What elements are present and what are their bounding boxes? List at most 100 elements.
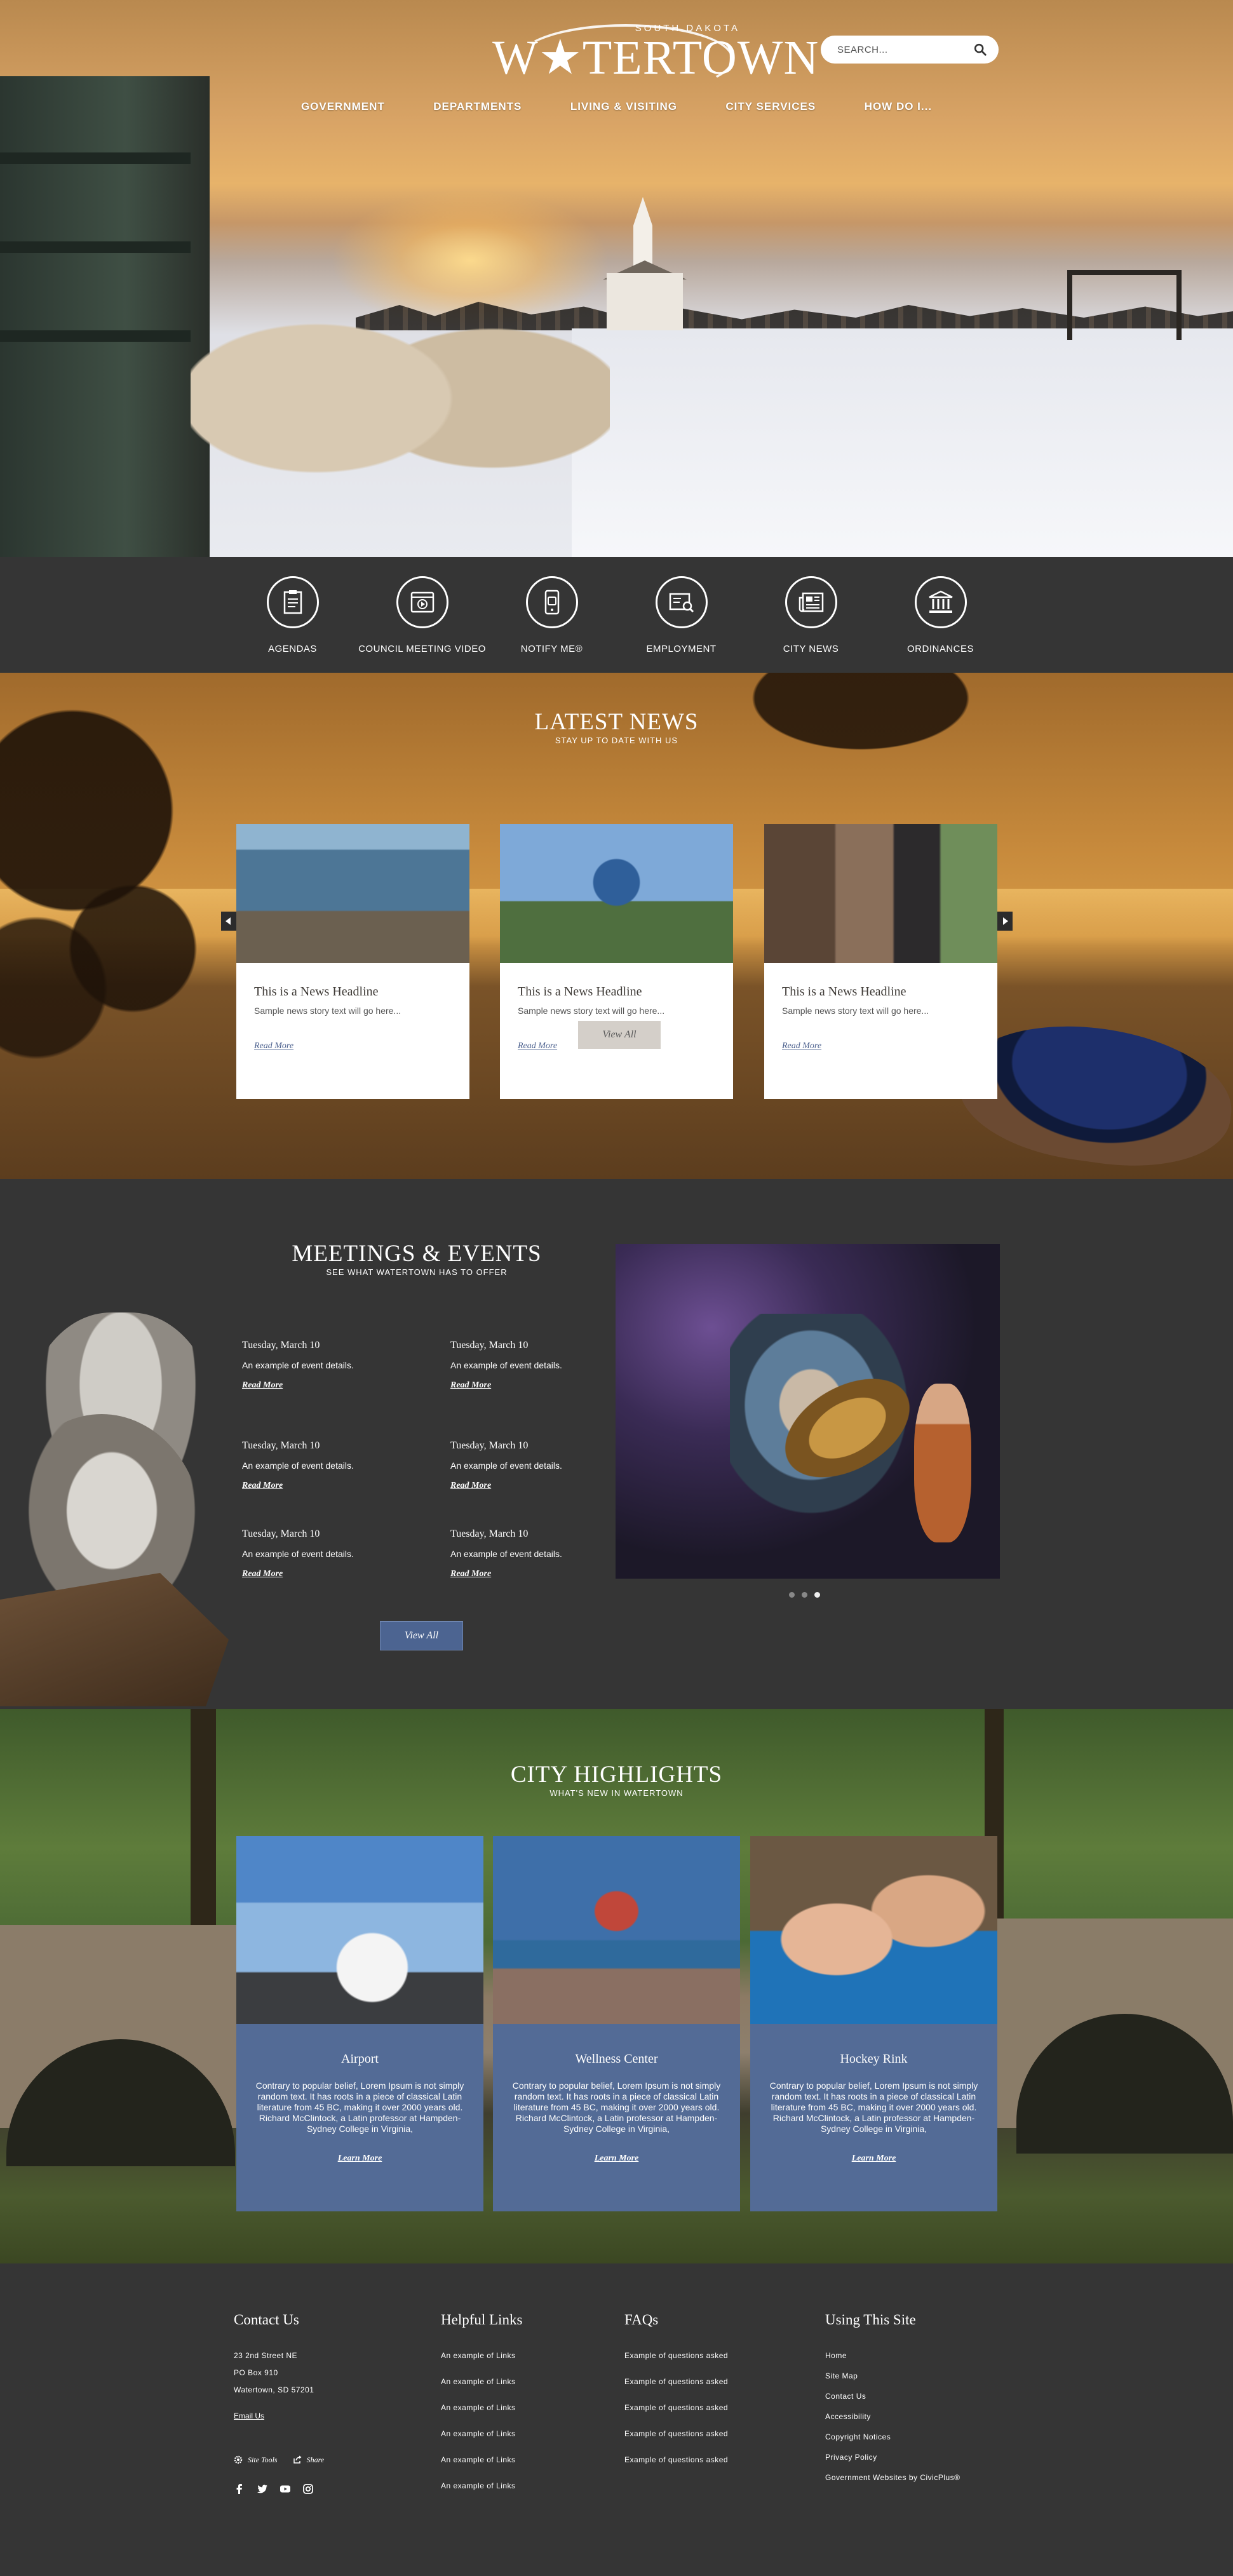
learn-more-link[interactable]: Learn More (236, 2154, 483, 2164)
search-input[interactable] (837, 44, 973, 55)
footer-copyright-link[interactable]: Copyright Notices (825, 2432, 960, 2441)
footer-sitemap-link[interactable]: Site Map (825, 2371, 960, 2380)
slideshow-dots (789, 1589, 827, 1601)
faq-link[interactable]: Example of questions asked (624, 2455, 728, 2464)
quick-link-city-news[interactable]: CITY NEWS (746, 576, 876, 673)
faq-link[interactable]: Example of questions asked (624, 2377, 728, 2386)
footer-link[interactable]: An example of Links (441, 2481, 522, 2490)
nav-living-visiting[interactable]: LIVING & VISITING (570, 100, 677, 113)
event-read-more-link[interactable]: Read More (242, 1380, 283, 1390)
event-read-more-link[interactable]: Read More (450, 1569, 491, 1579)
footer-home-link[interactable]: Home (825, 2351, 960, 2360)
city-highlights-section: CITY HIGHLIGHTS WHAT'S NEW IN WATERTOWN … (0, 1709, 1233, 2263)
event-item: Tuesday, March 10 An example of event de… (450, 1528, 641, 1579)
quick-link-label: ORDINANCES (906, 644, 974, 654)
event-date: Tuesday, March 10 (450, 1340, 529, 1351)
hockey-rink-photo (750, 1836, 997, 2024)
slide-dot[interactable] (802, 1592, 807, 1598)
twitter-icon[interactable] (257, 2483, 268, 2495)
highlights-title: CITY HIGHLIGHTS (510, 1762, 723, 1788)
event-item: Tuesday, March 10 An example of event de… (242, 1340, 433, 1391)
footer-accessibility-link[interactable]: Accessibility (825, 2412, 960, 2421)
newspaper-icon (785, 576, 837, 628)
event-item: Tuesday, March 10 An example of event de… (450, 1440, 641, 1491)
address-line: Watertown, SD 57201 (234, 2385, 314, 2394)
share-label: Share (306, 2455, 325, 2464)
footer-civicplus-link[interactable]: Government Websites by CivicPlus® (825, 2473, 960, 2482)
footer-link[interactable]: An example of Links (441, 2377, 522, 2386)
news-headline: This is a News Headline (254, 985, 379, 999)
event-details: An example of event details. (242, 1549, 354, 1559)
news-card[interactable]: This is a News Headline Sample news stor… (500, 824, 733, 1099)
footer-link[interactable]: An example of Links (441, 2351, 522, 2360)
airport-photo (236, 1836, 483, 2024)
news-image-fishing (236, 824, 469, 963)
address-line: 23 2nd Street NE (234, 2351, 298, 2360)
faq-link[interactable]: Example of questions asked (624, 2351, 728, 2360)
quick-link-agendas[interactable]: AGENDAS (228, 576, 358, 673)
church-image (603, 197, 687, 330)
highlights-heading: CITY HIGHLIGHTS WHAT'S NEW IN WATERTOWN (0, 1761, 1233, 1798)
footer-contact-link[interactable]: Contact Us (825, 2392, 960, 2401)
facebook-icon[interactable] (234, 2483, 245, 2495)
highlight-card[interactable]: Wellness Center Contrary to popular beli… (493, 1836, 740, 2211)
main-nav: GOVERNMENT DEPARTMENTS LIVING & VISITING… (0, 100, 1233, 113)
slide-dot-active[interactable] (814, 1592, 820, 1598)
event-read-more-link[interactable]: Read More (242, 1569, 283, 1579)
faq-link[interactable]: Example of questions asked (624, 2403, 728, 2412)
learn-more-link[interactable]: Learn More (493, 2154, 740, 2164)
nav-city-services[interactable]: CITY SERVICES (725, 100, 816, 113)
quick-link-ordinances[interactable]: ORDINANCES (876, 576, 1006, 673)
news-view-all-button[interactable]: View All (577, 1020, 661, 1049)
read-more-link[interactable]: Read More (518, 1041, 557, 1051)
concert-photo (616, 1244, 1000, 1579)
highlight-body: Contrary to popular belief, Lorem Ipsum … (512, 2080, 721, 2134)
nav-departments[interactable]: DEPARTMENTS (433, 100, 522, 113)
read-more-link[interactable]: Read More (782, 1041, 821, 1051)
highlight-card[interactable]: Airport Contrary to popular belief, Lore… (236, 1836, 483, 2211)
youtube-icon[interactable] (280, 2483, 291, 2495)
event-details: An example of event details. (242, 1460, 354, 1471)
news-card[interactable]: This is a News Headline Sample news stor… (764, 824, 997, 1099)
learn-more-link[interactable]: Learn More (750, 2154, 997, 2164)
meetings-events-section: MEETINGS & EVENTS SEE WHAT WATERTOWN HAS… (0, 1179, 1233, 1709)
footer-faqs: FAQs Example of questions asked Example … (624, 2312, 728, 2481)
events-view-all-button[interactable]: View All (380, 1621, 463, 1650)
carousel-next-button[interactable] (997, 912, 1013, 931)
footer-link[interactable]: An example of Links (441, 2455, 522, 2464)
site-tools-button[interactable]: Site Tools (234, 2454, 278, 2465)
quick-link-label: AGENDAS (268, 644, 317, 654)
nav-how-do-i[interactable]: HOW DO I... (865, 100, 932, 113)
footer-privacy-link[interactable]: Privacy Policy (825, 2453, 960, 2462)
meetings-title: MEETINGS & EVENTS (292, 1241, 542, 1267)
site-footer: Contact Us 23 2nd Street NE PO Box 910 W… (0, 2263, 1233, 2576)
highlight-card[interactable]: Hockey Rink Contrary to popular belief, … (750, 1836, 997, 2211)
share-button[interactable]: Share (293, 2454, 325, 2465)
quick-link-notify-me[interactable]: NOTIFY ME® (487, 576, 617, 673)
slide-dot[interactable] (789, 1592, 795, 1598)
event-read-more-link[interactable]: Read More (450, 1380, 491, 1390)
event-read-more-link[interactable]: Read More (242, 1481, 283, 1490)
highlight-title: Hockey Rink (840, 2052, 908, 2066)
search-icon[interactable] (973, 43, 987, 57)
site-tools-label: Site Tools (248, 2455, 278, 2464)
footer-tools: Site Tools Share (234, 2454, 324, 2465)
phone-icon (525, 576, 578, 628)
email-us-link[interactable]: Email Us (234, 2411, 264, 2420)
news-title: LATEST NEWS (534, 709, 699, 735)
event-details: An example of event details. (450, 1360, 562, 1370)
instagram-icon[interactable] (302, 2483, 314, 2495)
nav-government[interactable]: GOVERNMENT (301, 100, 385, 113)
site-logo[interactable]: SOUTH DAKOTA W★TERTOWN (492, 18, 818, 94)
event-read-more-link[interactable]: Read More (450, 1481, 491, 1490)
wellness-center-photo (493, 1836, 740, 2024)
faq-link[interactable]: Example of questions asked (624, 2429, 728, 2438)
footer-link[interactable]: An example of Links (441, 2403, 522, 2412)
quick-link-council-video[interactable]: COUNCIL MEETING VIDEO (358, 576, 487, 673)
news-headline: This is a News Headline (518, 985, 642, 999)
carousel-prev-button[interactable] (221, 912, 236, 931)
quick-link-employment[interactable]: EMPLOYMENT (617, 576, 746, 673)
footer-link[interactable]: An example of Links (441, 2429, 522, 2438)
news-card[interactable]: This is a News Headline Sample news stor… (236, 824, 469, 1099)
read-more-link[interactable]: Read More (254, 1041, 293, 1051)
